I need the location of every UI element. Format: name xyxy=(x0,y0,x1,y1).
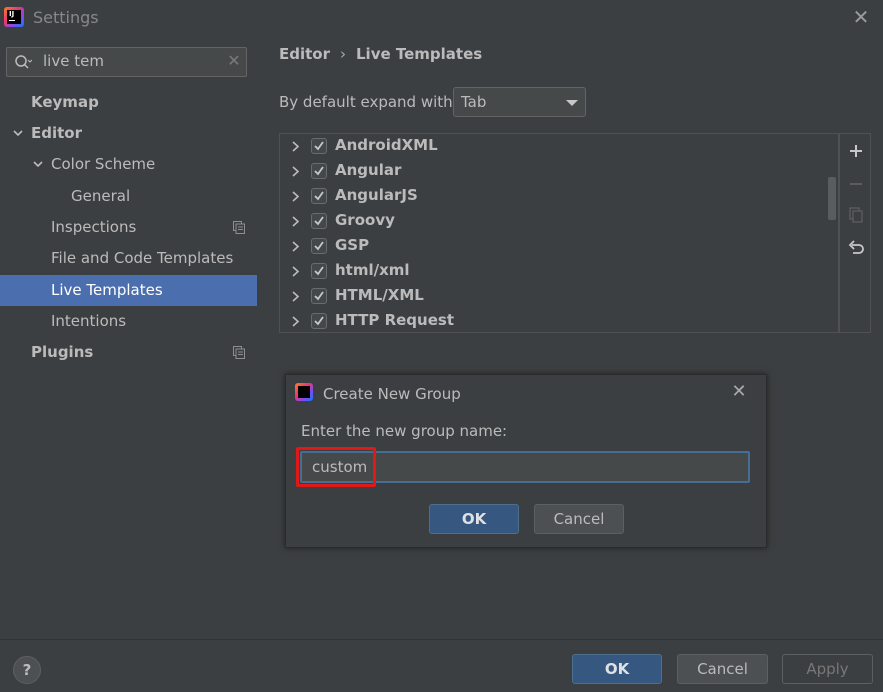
sidebar-item-editor[interactable]: Editor xyxy=(0,118,257,149)
group-name: AngularJS xyxy=(335,186,418,204)
clear-search-icon[interactable]: ✕ xyxy=(225,51,243,71)
breadcrumb-live-templates: Live Templates xyxy=(356,45,483,63)
project-settings-icon xyxy=(233,346,245,359)
template-group-row[interactable]: Groovy xyxy=(280,209,820,234)
group-name: HTTP Request xyxy=(335,311,454,329)
chevron-right-icon[interactable] xyxy=(290,191,300,202)
intellij-logo-icon: IJ xyxy=(4,7,24,27)
sidebar-item-label: Editor xyxy=(31,124,82,142)
sidebar-item-color-scheme[interactable]: Color Scheme xyxy=(0,149,257,180)
dropdown-arrow-icon xyxy=(566,100,578,106)
sidebar-item-label: General xyxy=(71,187,131,205)
group-name: Groovy xyxy=(335,211,395,229)
project-settings-icon xyxy=(233,221,245,234)
chevron-right-icon[interactable] xyxy=(290,266,300,277)
chevron-right-icon[interactable] xyxy=(290,241,300,252)
template-group-row[interactable]: HTML/XML xyxy=(280,284,820,309)
sidebar-item-label: Inspections xyxy=(51,218,137,236)
sidebar-item-inspections[interactable]: Inspections xyxy=(0,212,257,243)
help-button[interactable]: ? xyxy=(13,656,41,684)
remove-icon[interactable] xyxy=(847,175,865,193)
template-group-row[interactable]: GSP xyxy=(280,234,820,259)
sidebar-item-label: Live Templates xyxy=(51,281,163,299)
sidebar-item-keymap[interactable]: Keymap xyxy=(0,87,257,118)
checkmark-icon xyxy=(314,291,324,301)
dialog-close-icon[interactable]: ✕ xyxy=(730,383,748,401)
window-close-icon[interactable]: ✕ xyxy=(851,7,871,27)
template-group-row[interactable]: HTTP Request xyxy=(280,309,820,332)
group-checkbox[interactable] xyxy=(311,163,327,179)
checkmark-icon xyxy=(314,216,324,226)
chevron-right-icon[interactable] xyxy=(290,291,300,302)
chevron-right-icon[interactable] xyxy=(290,216,300,227)
group-checkbox[interactable] xyxy=(311,238,327,254)
sidebar-item-plugins[interactable]: Plugins xyxy=(0,337,257,368)
sidebar-item-label: File and Code Templates xyxy=(51,249,234,267)
dialog-title: Create New Group xyxy=(323,385,461,403)
search-icon xyxy=(15,55,32,69)
restore-icon[interactable] xyxy=(847,238,865,256)
title-bar: IJ Settings ✕ xyxy=(0,0,883,36)
sidebar-item-label: Color Scheme xyxy=(51,155,156,173)
apply-button[interactable]: Apply xyxy=(782,654,873,684)
list-scrollbar[interactable] xyxy=(828,177,836,220)
checkmark-icon xyxy=(314,241,324,251)
sidebar-item-label: Intentions xyxy=(51,312,127,330)
settings-sidebar: ✕ Keymap Editor Color Scheme General Ins… xyxy=(0,36,257,639)
copy-icon[interactable] xyxy=(847,206,865,224)
template-toolbar xyxy=(839,133,871,333)
expand-with-value: Tab xyxy=(461,93,487,111)
breadcrumb: Editor › Live Templates xyxy=(279,45,482,63)
settings-search-box[interactable]: ✕ xyxy=(6,47,247,77)
sidebar-item-label: Plugins xyxy=(31,343,94,361)
group-checkbox[interactable] xyxy=(311,138,327,154)
sidebar-item-intentions[interactable]: Intentions xyxy=(0,306,257,337)
cancel-button[interactable]: Cancel xyxy=(677,654,768,684)
template-group-row[interactable]: AndroidXML xyxy=(280,134,820,159)
dialog-prompt: Enter the new group name: xyxy=(301,422,508,440)
intellij-logo-icon xyxy=(295,383,313,401)
dialog-cancel-button[interactable]: Cancel xyxy=(534,504,624,534)
group-name: HTML/XML xyxy=(335,286,424,304)
window-title: Settings xyxy=(33,8,99,27)
checkmark-icon xyxy=(314,316,324,326)
group-checkbox[interactable] xyxy=(311,188,327,204)
group-name: Angular xyxy=(335,161,402,179)
dialog-ok-button[interactable]: OK xyxy=(429,504,519,534)
chevron-right-icon[interactable] xyxy=(290,141,300,152)
sidebar-item-general[interactable]: General xyxy=(0,181,257,212)
chevron-right-icon[interactable] xyxy=(290,166,300,177)
template-groups-list[interactable]: AndroidXML Angular AngularJS Groovy GSP … xyxy=(279,133,839,333)
sidebar-item-label: Keymap xyxy=(31,93,99,111)
chevron-down-icon[interactable] xyxy=(32,158,44,170)
sidebar-item-file-code-templates[interactable]: File and Code Templates xyxy=(0,243,257,274)
group-name: html/xml xyxy=(335,261,410,279)
settings-search-input[interactable] xyxy=(43,52,213,70)
expand-with-label: By default expand with xyxy=(279,93,453,111)
breadcrumb-editor[interactable]: Editor xyxy=(279,45,330,63)
expand-with-dropdown[interactable]: Tab xyxy=(453,87,586,117)
template-group-row[interactable]: html/xml xyxy=(280,259,820,284)
breadcrumb-separator: › xyxy=(340,45,346,63)
group-checkbox[interactable] xyxy=(311,288,327,304)
create-group-dialog: Create New Group ✕ Enter the new group n… xyxy=(285,374,767,548)
live-templates-panel: Editor › Live Templates By default expand … xyxy=(257,36,883,639)
chevron-right-icon[interactable] xyxy=(290,316,300,327)
checkmark-icon xyxy=(314,266,324,276)
group-checkbox[interactable] xyxy=(311,313,327,329)
add-icon[interactable] xyxy=(847,142,865,160)
template-group-row[interactable]: Angular xyxy=(280,159,820,184)
ok-button[interactable]: OK xyxy=(572,654,662,684)
checkmark-icon xyxy=(314,191,324,201)
checkmark-icon xyxy=(314,166,324,176)
group-name: GSP xyxy=(335,236,370,254)
group-name-input[interactable] xyxy=(300,451,750,483)
group-checkbox[interactable] xyxy=(311,263,327,279)
chevron-down-icon[interactable] xyxy=(12,127,24,139)
checkmark-icon xyxy=(314,141,324,151)
template-group-row[interactable]: AngularJS xyxy=(280,184,820,209)
group-checkbox[interactable] xyxy=(311,213,327,229)
sidebar-item-live-templates[interactable]: Live Templates xyxy=(0,275,257,306)
group-name: AndroidXML xyxy=(335,136,438,154)
